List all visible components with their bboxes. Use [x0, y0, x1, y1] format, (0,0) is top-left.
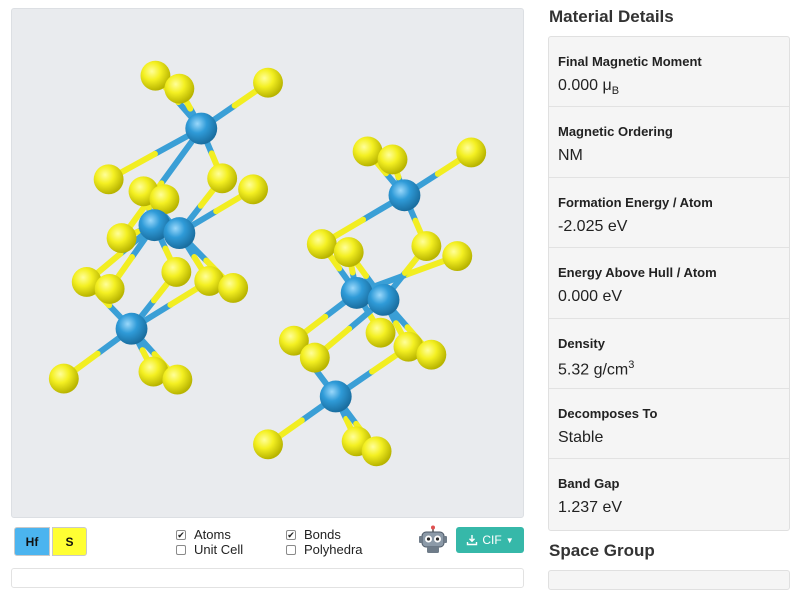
sulfur-atom[interactable]: [106, 223, 137, 254]
sulfur-atom[interactable]: [442, 241, 473, 271]
sulfur-atom[interactable]: [299, 342, 330, 373]
atoms-toggle[interactable]: ✔ Atoms: [176, 527, 231, 542]
sulfur-atom[interactable]: [162, 364, 193, 395]
sulfur-atom[interactable]: [377, 144, 408, 175]
caret-down-icon: ▼: [505, 535, 514, 545]
detail-value: 0.000 μB: [558, 77, 620, 98]
sulfur-atom[interactable]: [253, 67, 283, 98]
sulfur-atom[interactable]: [161, 257, 192, 287]
sulfur-atom[interactable]: [365, 317, 396, 348]
detail-label: Formation Energy / Atom: [558, 194, 713, 210]
bonds-checkbox[interactable]: ✔: [286, 529, 296, 540]
sulfur-atom[interactable]: [93, 164, 124, 195]
crystal-structure-canvas[interactable]: [12, 9, 523, 517]
space-group-title: Space Group: [549, 541, 655, 560]
element-s-button[interactable]: S: [52, 527, 87, 556]
sulfur-atom[interactable]: [416, 339, 447, 370]
detail-row-final-magnetic-moment: Final Magnetic Moment 0.000 μB: [549, 37, 789, 108]
download-cif-label: CIF: [482, 533, 502, 547]
space-group-card: [548, 570, 790, 590]
sulfur-atom[interactable]: [218, 272, 249, 303]
detail-label: Density: [558, 335, 605, 351]
polyhedra-label: Polyhedra: [304, 542, 363, 557]
detail-row-energy-above-hull: Energy Above Hull / Atom 0.000 eV: [549, 248, 789, 319]
viewer-toolbar: Hf S ✔ Atoms Unit Cell ✔ Bonds Polyhedra…: [11, 525, 524, 559]
detail-label: Band Gap: [558, 476, 620, 492]
atoms-checkbox[interactable]: ✔: [176, 529, 186, 540]
hafnium-atom[interactable]: [388, 179, 421, 212]
lower-panel: [11, 568, 524, 588]
bonds-toggle[interactable]: ✔ Bonds: [286, 527, 341, 542]
download-icon: [467, 535, 478, 546]
sulfur-atom[interactable]: [238, 174, 268, 205]
detail-label: Energy Above Hull / Atom: [558, 265, 717, 281]
sulfur-atom[interactable]: [253, 429, 283, 460]
detail-value: Stable: [558, 428, 604, 446]
detail-label: Decomposes To: [558, 405, 658, 421]
unit-cell-label: Unit Cell: [194, 542, 244, 557]
sulfur-atom[interactable]: [164, 73, 195, 104]
detail-value: NM: [558, 147, 583, 165]
detail-value: 5.32 g/cm3: [558, 358, 635, 378]
robot-icon[interactable]: [417, 525, 449, 555]
polyhedra-checkbox[interactable]: [286, 544, 296, 555]
hafnium-atom[interactable]: [340, 276, 373, 309]
hafnium-atom[interactable]: [367, 283, 400, 316]
atoms-label: Atoms: [194, 527, 231, 542]
structure-viewer[interactable]: [11, 8, 524, 518]
detail-value: 0.000 eV: [558, 288, 623, 306]
sulfur-atom[interactable]: [333, 237, 364, 267]
download-cif-button[interactable]: CIF ▼: [456, 527, 524, 553]
detail-row-formation-energy: Formation Energy / Atom -2.025 eV: [549, 178, 789, 249]
hafnium-atom[interactable]: [115, 312, 148, 345]
detail-row-magnetic-ordering: Magnetic Ordering NM: [549, 107, 789, 178]
unit-cell-toggle[interactable]: Unit Cell: [176, 542, 243, 557]
element-hf-button[interactable]: Hf: [14, 527, 50, 556]
detail-value: -2.025 eV: [558, 217, 628, 235]
sulfur-atom[interactable]: [411, 231, 442, 262]
hafnium-atom[interactable]: [185, 112, 218, 145]
sulfur-atom[interactable]: [207, 163, 238, 194]
detail-label: Final Magnetic Moment: [558, 54, 702, 69]
sulfur-atom[interactable]: [306, 229, 337, 260]
hafnium-atom[interactable]: [319, 380, 352, 413]
material-details-title: Material Details: [549, 7, 674, 26]
sulfur-atom[interactable]: [48, 363, 79, 394]
bonds-label: Bonds: [304, 527, 341, 542]
detail-row-band-gap: Band Gap 1.237 eV: [549, 459, 789, 529]
detail-row-decomposes-to: Decomposes To Stable: [549, 389, 789, 460]
detail-label: Magnetic Ordering: [558, 124, 673, 140]
sulfur-atom[interactable]: [361, 436, 392, 467]
polyhedra-toggle[interactable]: Polyhedra: [286, 542, 363, 557]
unit-cell-checkbox[interactable]: [176, 544, 186, 555]
material-details-list: Final Magnetic Moment 0.000 μB Magnetic …: [548, 36, 790, 531]
sulfur-atom[interactable]: [94, 273, 125, 304]
detail-value: 1.237 eV: [558, 499, 623, 517]
detail-row-density: Density 5.32 g/cm3: [549, 319, 789, 389]
hafnium-atom[interactable]: [163, 217, 196, 250]
sulfur-atom[interactable]: [456, 137, 487, 168]
